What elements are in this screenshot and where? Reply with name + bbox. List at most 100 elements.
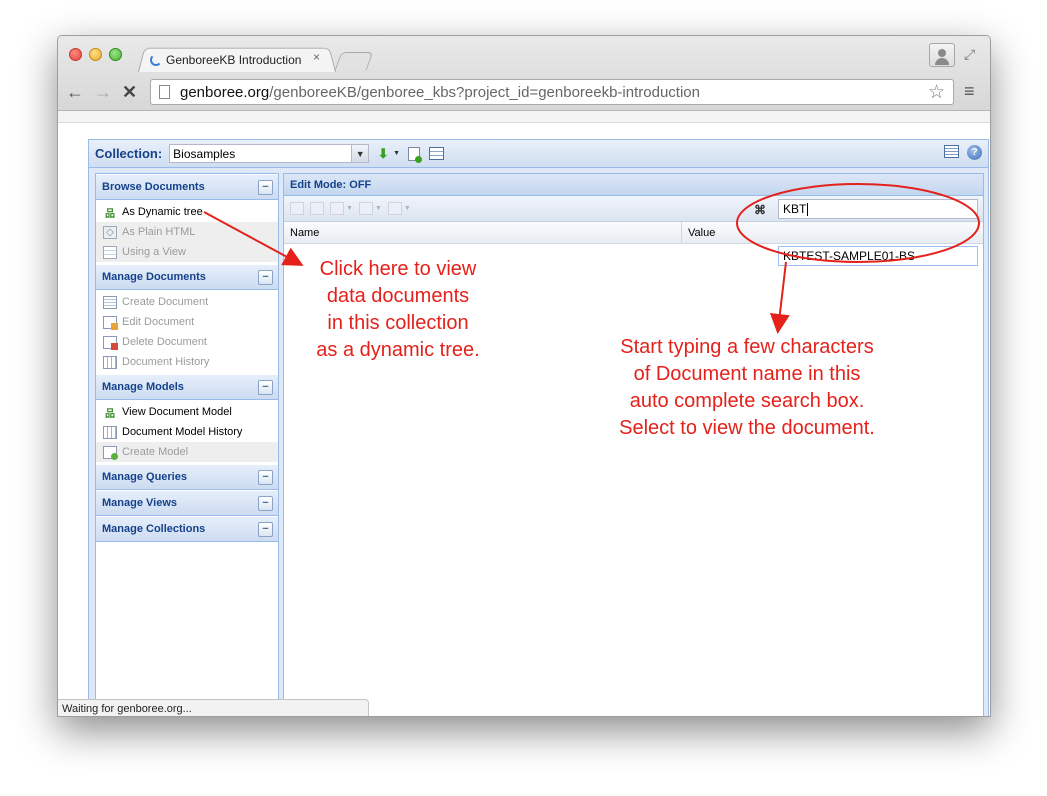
minimize-window-button[interactable] (89, 48, 102, 61)
autocomplete-suggestion[interactable]: KBTEST-SAMPLE01-BS (778, 246, 978, 266)
save-icon[interactable] (290, 202, 304, 215)
sidebar-item-label: Edit Document (122, 316, 195, 328)
collection-select[interactable]: Biosamples ▼ (169, 144, 370, 163)
address-bar[interactable]: genboree.org/genboreeKB/genboree_kbs?pro… (150, 79, 954, 105)
grid-view-button[interactable] (428, 146, 444, 162)
section-title: Browse Documents (102, 181, 205, 193)
add-document-button[interactable] (406, 146, 423, 163)
sidebar-item-label: Document History (122, 356, 210, 368)
section-manage-collections[interactable]: Manage Collections − (96, 516, 278, 542)
collapse-icon[interactable]: − (258, 522, 273, 537)
annotation-line: data documents (326, 285, 470, 307)
download-menu-arrow-icon[interactable]: ▼ (393, 150, 400, 157)
browser-status-bar: Waiting for genboree.org... (58, 699, 369, 716)
download-icon[interactable]: ⬇ (375, 146, 391, 162)
close-window-button[interactable] (69, 48, 82, 61)
document-icon (103, 295, 117, 309)
profile-button[interactable] (929, 43, 955, 67)
chevron-down-icon[interactable]: ▼ (404, 205, 411, 212)
copy-icon[interactable] (358, 202, 373, 215)
bookmark-star-icon[interactable]: ☆ (928, 81, 945, 104)
collapse-icon[interactable]: − (258, 496, 273, 511)
sidebar-item-view-document-model[interactable]: 品 View Document Model (96, 402, 278, 422)
url-path: /genboreeKB/genboree_kbs?project_id=genb… (269, 83, 700, 101)
screenshot-stage: GenboreeKB Introduction × ⤢ ← → ✕ genbor… (0, 0, 1047, 796)
sidebar-item-dynamic-tree[interactable]: 品 As Dynamic tree (96, 202, 278, 222)
document-search-input[interactable]: KBT (778, 199, 978, 219)
annotation-line: auto complete search box. (629, 390, 865, 412)
tree-icon: 品 (105, 208, 115, 220)
download-icon[interactable] (330, 202, 344, 215)
sidebar-item-delete-document[interactable]: Delete Document (96, 332, 278, 352)
collapse-icon[interactable]: − (258, 470, 273, 485)
section-title: Manage Documents (102, 271, 206, 283)
sidebar-item-label: Delete Document (122, 336, 207, 348)
sidebar-item-document-model-history[interactable]: Document Model History (96, 422, 278, 442)
annotation-search-box: Start typing a few characters of Documen… (596, 334, 898, 442)
stop-loading-icon[interactable]: ✕ (122, 82, 137, 103)
section-browse-documents[interactable]: Browse Documents − (96, 174, 278, 200)
text-caret (807, 202, 809, 216)
collapse-icon[interactable]: − (258, 380, 273, 395)
sidebar-item-using-view[interactable]: Using a View (96, 242, 278, 262)
annotation-dynamic-tree: Click here to view data documents in thi… (290, 256, 506, 364)
list-icon[interactable] (944, 145, 959, 158)
chevron-down-icon[interactable]: ▼ (351, 145, 369, 162)
section-title: Manage Models (102, 381, 184, 393)
tab-close-icon[interactable]: × (313, 50, 320, 64)
chevron-down-icon[interactable]: ▼ (346, 205, 353, 212)
user-icon (938, 49, 946, 57)
annotation-line: Start typing a few characters (620, 336, 874, 358)
annotation-line: Click here to view (319, 258, 477, 280)
new-model-icon (103, 445, 118, 460)
section-manage-documents[interactable]: Manage Documents − (96, 264, 278, 290)
page-top-strip (58, 111, 990, 123)
section-manage-models[interactable]: Manage Models − (96, 374, 278, 400)
sidebar-item-label: Create Model (122, 446, 189, 458)
column-header-value[interactable]: Value (688, 227, 715, 239)
annotation-line: as a dynamic tree. (316, 339, 480, 361)
annotation-line: in this collection (327, 312, 469, 334)
sidebar-item-document-history[interactable]: Document History (96, 352, 278, 372)
collection-select-value: Biosamples (173, 146, 236, 161)
history-icon (103, 355, 117, 369)
print-icon[interactable] (387, 202, 402, 215)
new-document-icon (408, 146, 423, 163)
manage-models-list: 品 View Document Model Document Model His… (96, 400, 278, 464)
navigation-bar: ← → ✕ genboree.org/genboreeKB/genboree_k… (58, 76, 990, 110)
menu-icon[interactable]: ≡ (964, 81, 975, 102)
tab-title: GenboreeKB Introduction (166, 53, 302, 67)
section-manage-queries[interactable]: Manage Queries − (96, 464, 278, 490)
sidebar-item-label: Document Model History (122, 426, 243, 438)
tree-icon: 品 (105, 408, 115, 420)
status-text: Waiting for genboree.org... (62, 702, 192, 715)
binoculars-icon: ⌘ (754, 203, 766, 217)
sidebar-accordion: Browse Documents − 品 As Dynamic tree ◇ A… (95, 173, 279, 716)
sidebar-item-plain-html[interactable]: ◇ As Plain HTML (96, 222, 278, 242)
user-icon-body (935, 58, 949, 65)
chevron-down-icon[interactable]: ▼ (375, 205, 382, 212)
zoom-window-button[interactable] (109, 48, 122, 61)
new-tab-button[interactable] (334, 52, 374, 70)
sidebar-item-label: As Plain HTML (122, 226, 196, 238)
back-arrow-icon[interactable]: ← (66, 82, 84, 103)
collection-toolbar: Collection: Biosamples ▼ ⬇ ▼ ? (89, 140, 988, 168)
page-icon (159, 85, 170, 99)
sidebar-item-create-document[interactable]: Create Document (96, 292, 278, 312)
help-icon[interactable]: ? (967, 145, 982, 160)
section-manage-views[interactable]: Manage Views − (96, 490, 278, 516)
sidebar-item-edit-document[interactable]: Edit Document (96, 312, 278, 332)
sidebar-item-label: View Document Model (122, 406, 232, 418)
history-icon (103, 425, 117, 439)
collapse-icon[interactable]: − (258, 270, 273, 285)
html-icon: ◇ (103, 225, 117, 239)
column-divider[interactable] (681, 222, 682, 244)
forward-arrow-icon[interactable]: → (94, 82, 112, 103)
column-header-name[interactable]: Name (290, 227, 319, 239)
fullscreen-icon[interactable]: ⤢ (964, 46, 975, 63)
edit-document-icon (103, 315, 118, 330)
section-title: Manage Views (102, 497, 177, 509)
sidebar-item-create-model[interactable]: Create Model (96, 442, 278, 462)
collapse-icon[interactable]: − (258, 180, 273, 195)
edit-icon[interactable] (310, 202, 324, 215)
